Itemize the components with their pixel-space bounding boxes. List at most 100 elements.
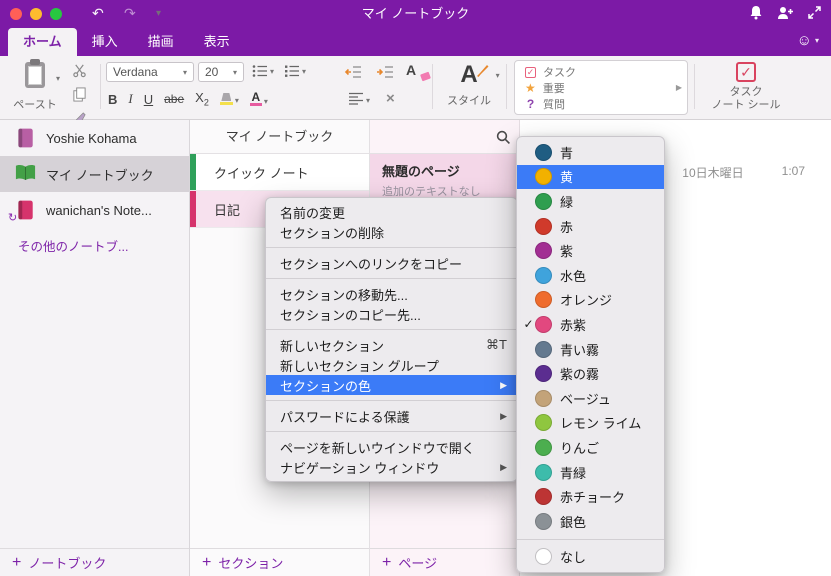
section-color-bar <box>190 154 196 190</box>
color-option-yellow[interactable]: 黄 <box>517 164 664 190</box>
color-option-apple[interactable]: りんご <box>517 435 664 460</box>
tag-question[interactable]: ? 質問 <box>525 96 687 112</box>
underline-button[interactable]: U <box>144 92 153 107</box>
font-color-button[interactable]: A ▾ <box>249 91 268 106</box>
section-color-bar <box>190 191 196 227</box>
feedback-smiley-button[interactable]: ☺ ▾ <box>797 32 819 49</box>
notebook-item-my-notebook[interactable]: マイ ノートブック <box>0 156 189 192</box>
tag-todo[interactable]: ✓ タスク <box>525 64 687 80</box>
bullet-list-icon <box>252 65 267 77</box>
tag-gallery: ✓ タスク ★ 重要 ? 質問 ▶ <box>514 60 688 115</box>
paragraph-alignment-button[interactable]: ▾ <box>348 92 370 105</box>
paste-button[interactable]: ▾ ペースト <box>8 59 62 112</box>
increase-indent-button[interactable] <box>376 65 394 79</box>
color-option-red-purple[interactable]: ✓ 赤紫 <box>517 312 664 337</box>
styles-button[interactable]: A ▾ スタイル <box>438 61 500 108</box>
tab-insert[interactable]: 挿入 <box>77 28 133 56</box>
menu-separator <box>517 538 664 540</box>
copy-icon[interactable] <box>72 87 87 107</box>
tag-important[interactable]: ★ 重要 <box>525 80 687 96</box>
notebook-icon: ↻ <box>8 199 36 224</box>
delete-button[interactable]: × <box>386 90 395 107</box>
color-option-red[interactable]: 赤 <box>517 214 664 239</box>
highlight-color-button[interactable]: ▾ <box>219 93 239 105</box>
cut-scissors-icon[interactable] <box>72 63 87 83</box>
expand-window-icon[interactable] <box>808 6 821 19</box>
color-swatch <box>535 266 552 284</box>
numbered-list-icon <box>285 65 300 77</box>
notebook-sidebar: Yoshie Kohama マイ ノートブック ↻ wanichan's Not… <box>0 120 190 576</box>
tab-draw[interactable]: 描画 <box>133 28 189 56</box>
page-date: 10日木曜日 <box>682 166 744 180</box>
color-swatch <box>535 488 552 506</box>
clear-formatting-icon: A <box>406 62 417 78</box>
decrease-indent-button[interactable] <box>344 65 362 79</box>
menu-item-rename[interactable]: 名前の変更 <box>266 202 517 222</box>
color-option-green[interactable]: 緑 <box>517 189 664 214</box>
color-option-light-blue[interactable]: 水色 <box>517 263 664 288</box>
section-color-submenu: 青 黄 緑 赤 紫 水色 オレンジ ✓ 赤紫 青い霧 紫の霧 ベージュ レモン ラ… <box>516 136 665 574</box>
color-option-blue[interactable]: 青 <box>517 140 664 165</box>
menu-item-section-color[interactable]: セクションの色 ▶ <box>266 375 517 395</box>
numbered-list-button[interactable]: ▾ <box>284 64 306 78</box>
more-notebooks-link[interactable]: その他のノートブ... <box>0 228 189 255</box>
notebook-item-yoshie-kohama[interactable]: Yoshie Kohama <box>0 120 189 156</box>
subscript-button[interactable]: X2 <box>195 90 209 108</box>
color-option-purple-mist[interactable]: 紫の霧 <box>517 361 664 386</box>
section-item-quick-notes[interactable]: クイック ノート <box>190 154 369 191</box>
color-option-silver[interactable]: 銀色 <box>517 509 664 534</box>
tab-home[interactable]: ホーム <box>8 28 77 56</box>
menu-item-navigation-window[interactable]: ナビゲーション ウィンドウ ▶ <box>266 457 517 477</box>
add-notebook-button[interactable]: + ノートブック <box>0 548 189 576</box>
color-swatch <box>535 548 552 566</box>
tag-gallery-scroll-icon[interactable]: ▶ <box>676 83 682 92</box>
menu-item-copy-section[interactable]: セクションのコピー先... <box>266 304 517 324</box>
bullet-list-button[interactable]: ▾ <box>252 64 274 78</box>
menu-item-new-section[interactable]: 新しいセクション ⌘T <box>266 335 517 355</box>
add-page-button[interactable]: + ページ <box>370 548 519 576</box>
color-swatch <box>535 414 552 432</box>
plus-icon: + <box>12 553 22 571</box>
font-size-select[interactable]: 20 ▾ <box>198 62 244 82</box>
menu-separator <box>266 278 517 279</box>
italic-button[interactable]: I <box>128 91 132 107</box>
menu-item-password-protection[interactable]: パスワードによる保護 ▶ <box>266 406 517 426</box>
menu-item-delete-section[interactable]: セクションの削除 <box>266 222 517 242</box>
submenu-arrow-icon: ▶ <box>500 461 507 472</box>
page-item-untitled[interactable]: 無題のページ 追加のテキストなし <box>370 154 519 201</box>
shortcut-label: ⌘T <box>486 337 507 352</box>
color-option-purple[interactable]: 紫 <box>517 238 664 263</box>
plus-icon: + <box>202 553 212 571</box>
color-option-lemon-lime[interactable]: レモン ライム <box>517 411 664 436</box>
menu-item-move-section[interactable]: セクションの移動先... <box>266 284 517 304</box>
notebook-item-wanichan[interactable]: ↻ wanichan's Note... <box>0 192 189 228</box>
strikethrough-button[interactable]: abe <box>164 92 184 106</box>
task-note-seal-button[interactable]: ✓ タスク ノート シール <box>700 62 792 112</box>
share-add-person-icon[interactable] <box>777 6 794 20</box>
color-option-beige[interactable]: ベージュ <box>517 386 664 411</box>
page-time: 1:07 <box>781 164 805 178</box>
clear-formatting-button[interactable]: A <box>406 62 431 82</box>
color-option-red-chalk[interactable]: 赤チョーク <box>517 484 664 509</box>
add-section-button[interactable]: + セクション <box>190 548 369 576</box>
color-option-orange[interactable]: オレンジ <box>517 288 664 313</box>
open-notebook-icon <box>14 163 36 185</box>
notifications-bell-icon[interactable] <box>749 5 763 20</box>
tab-view[interactable]: 表示 <box>189 28 245 56</box>
task-seal-check-icon: ✓ <box>736 62 756 82</box>
submenu-arrow-icon: ▶ <box>500 410 507 421</box>
font-family-select[interactable]: Verdana ▾ <box>106 62 194 82</box>
plus-icon: + <box>382 553 392 571</box>
color-swatch <box>535 512 552 530</box>
menu-item-open-page-new-window[interactable]: ページを新しいウインドウで開く <box>266 437 517 457</box>
color-option-teal[interactable]: 青緑 <box>517 460 664 485</box>
color-option-blue-mist[interactable]: 青い霧 <box>517 337 664 362</box>
bold-button[interactable]: B <box>108 92 117 107</box>
search-icon[interactable] <box>496 130 511 145</box>
color-swatch <box>535 438 552 456</box>
menu-item-new-section-group[interactable]: 新しいセクション グループ <box>266 355 517 375</box>
menu-item-copy-section-link[interactable]: セクションへのリンクをコピー <box>266 253 517 273</box>
menu-separator <box>266 431 517 432</box>
styles-brush-icon <box>476 65 489 77</box>
color-option-none[interactable]: なし <box>517 545 664 570</box>
